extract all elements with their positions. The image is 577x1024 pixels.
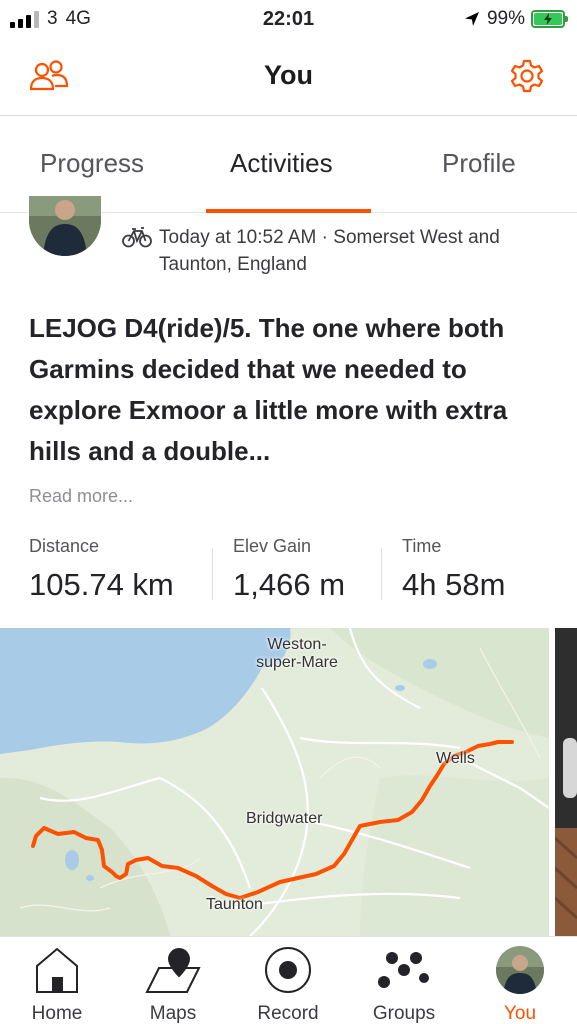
tab-progress[interactable]: Progress <box>40 148 144 179</box>
bottom-nav: Home Maps Record Groups You <box>0 936 577 1024</box>
stat-divider <box>212 548 213 600</box>
home-icon <box>36 947 78 993</box>
stat-divider <box>381 548 382 600</box>
page-title: You <box>264 60 313 90</box>
tab-activities[interactable]: Activities <box>230 148 333 179</box>
activity-meta: Today at 10:52 AM · Somerset West and Ta… <box>122 224 552 278</box>
profile-avatar <box>496 946 544 994</box>
nav-label: Record <box>257 1003 319 1024</box>
stat-elev-gain: Elev Gain 1,466 m <box>233 536 345 603</box>
nav-label: Home <box>31 1003 83 1024</box>
nav-maps[interactable]: Maps <box>123 943 223 1024</box>
nav-label: You <box>503 1003 537 1024</box>
nav-you[interactable]: You <box>470 943 570 1024</box>
map-label-taunton: Taunton <box>206 896 263 913</box>
top-header: You <box>0 40 577 116</box>
activity-date-location: Today at 10:52 AM · Somerset West and <box>159 227 500 248</box>
stat-value: 105.74 km <box>29 567 174 602</box>
location-arrow-icon <box>464 12 479 26</box>
status-bar: 3 4G 22:01 99% <box>0 0 577 40</box>
record-icon <box>265 947 311 993</box>
stat-label: Distance <box>29 536 100 556</box>
nav-groups[interactable]: Groups <box>354 943 454 1024</box>
route-map[interactable]: Weston- super-Mare Bridgwater Taunton We… <box>0 628 549 936</box>
bike-icon <box>122 227 152 248</box>
battery-percent: 99% <box>486 8 525 29</box>
next-media-peek[interactable] <box>555 628 577 936</box>
status-right: 99% <box>463 8 568 30</box>
map-pin-icon <box>145 947 201 993</box>
stat-value: 1,466 m <box>233 567 346 602</box>
map-label-bridgwater: Bridgwater <box>246 810 323 827</box>
stat-distance: Distance 105.74 km <box>29 536 174 603</box>
stat-value: 4h 58m <box>402 567 506 602</box>
battery-icon <box>531 10 568 28</box>
map-label-weston: Weston- super-Mare <box>256 636 338 671</box>
nav-label: Maps <box>149 1003 197 1024</box>
nav-home[interactable]: Home <box>7 943 107 1024</box>
active-tab-indicator <box>206 209 371 213</box>
screen: 3 4G 22:01 99% You Progress Activities P… <box>0 0 577 1024</box>
activity-stats: Distance 105.74 km Elev Gain 1,466 m Tim… <box>0 536 577 606</box>
map-base <box>0 628 549 936</box>
stat-time: Time 4h 58m <box>402 536 505 603</box>
settings-gear-icon[interactable] <box>505 56 549 96</box>
stat-label: Elev Gain <box>233 536 312 556</box>
activity-title[interactable]: LEJOG D4(ride)/5. The one where both Gar… <box>29 308 549 472</box>
nav-record[interactable]: Record <box>238 943 338 1024</box>
read-more-link[interactable]: Read more... <box>29 486 133 507</box>
activity-location-cont: Taunton, England <box>159 254 307 275</box>
tab-profile[interactable]: Profile <box>442 148 516 179</box>
groups-icon <box>378 952 429 988</box>
nav-label: Groups <box>372 1003 436 1024</box>
map-label-wells: Wells <box>436 750 475 767</box>
athlete-avatar[interactable] <box>29 196 101 256</box>
stat-label: Time <box>402 536 442 556</box>
